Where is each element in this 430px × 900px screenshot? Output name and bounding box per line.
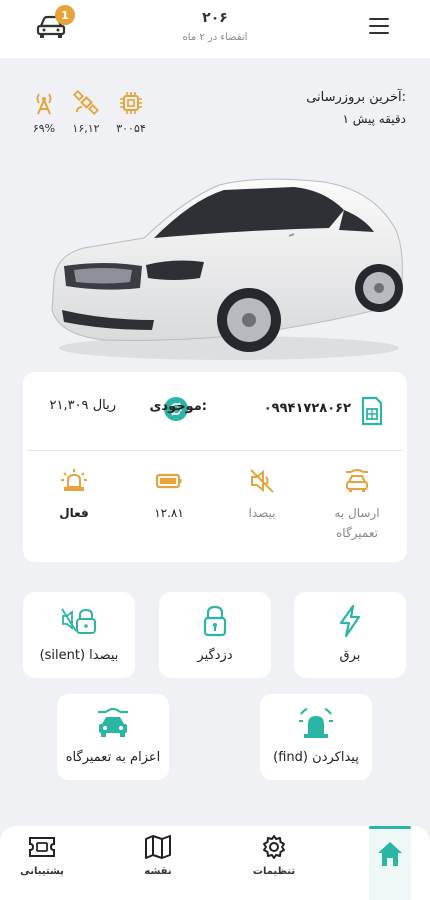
nav-support[interactable]: پشتیبانی [7, 834, 77, 877]
divider [27, 450, 403, 451]
satellite-icon [73, 90, 99, 116]
vehicle-info-card: ۰۹۹۴۱۷۲۸۰۶۲ موجودی: ۲۱,۳۰۹ ریال ارسال به… [23, 372, 407, 562]
menu-button[interactable] [369, 18, 389, 36]
battery-icon [155, 473, 182, 489]
app-header: 1 ۲۰۶ انقضاء در ۲ ماه [0, 0, 430, 58]
stat-gps: ۱۶,۱۲ [69, 90, 103, 135]
chip-icon [120, 92, 142, 114]
sim-card-icon [361, 396, 383, 426]
status-mute: بیصدا [217, 467, 307, 523]
map-icon [145, 835, 171, 859]
silent-button[interactable]: (silent) بیصدا [23, 592, 135, 678]
last-update-time: ۱ دقیقه پیش [342, 112, 406, 126]
home-icon [378, 842, 402, 866]
balance-label: موجودی: [149, 399, 207, 414]
stat-odometer: ۳۰۰۵۴ [114, 90, 148, 135]
bottom-nav: تنظیمات نقشه پشتیبانی [0, 826, 430, 900]
lock-icon [203, 605, 227, 637]
status-repair: ارسال به تعمیرگاه [312, 467, 402, 543]
find-button[interactable]: (find) پیداکردن [260, 694, 372, 780]
car-repair-icon [98, 707, 128, 737]
power-button[interactable]: برق [294, 592, 406, 678]
vehicle-name: ۲۰۶ [202, 10, 228, 26]
send-to-repair-button[interactable]: اعزام به تعمیرگاه [57, 694, 169, 780]
siren-icon [61, 469, 87, 491]
expiry-text: انقضاء در ۲ ماه [182, 32, 248, 43]
gear-icon [263, 835, 285, 859]
status-siren: فعال [29, 467, 119, 523]
ticket-icon [29, 837, 55, 857]
menu-icon [369, 18, 389, 20]
mute-icon [250, 469, 274, 493]
alarm-bell-icon [299, 708, 333, 738]
nav-home[interactable] [355, 840, 425, 868]
antenna-icon [36, 93, 52, 115]
nav-settings[interactable]: تنظیمات [239, 834, 309, 877]
sim-row: ۰۹۹۴۱۷۲۸۰۶۲ موجودی: ۲۱,۳۰۹ ریال [23, 372, 407, 450]
balance-value: ۲۱,۳۰۹ ریال [49, 398, 117, 413]
stat-signal: ۶۹% [27, 90, 61, 135]
nav-map[interactable]: نقشه [123, 834, 193, 877]
nav-active-indicator [369, 826, 411, 829]
lightning-icon [339, 604, 361, 638]
alarm-button[interactable]: دزدگیر [159, 592, 271, 678]
repair-car-icon [346, 469, 368, 492]
status-battery: ۱۲.۸۱ [124, 467, 214, 523]
last-update-label: آخرین بروزرسانی: [306, 90, 406, 105]
car-image [51, 178, 403, 360]
silent-lock-icon [61, 608, 96, 634]
sim-number: ۰۹۹۴۱۷۲۸۰۶۲ [263, 401, 351, 416]
